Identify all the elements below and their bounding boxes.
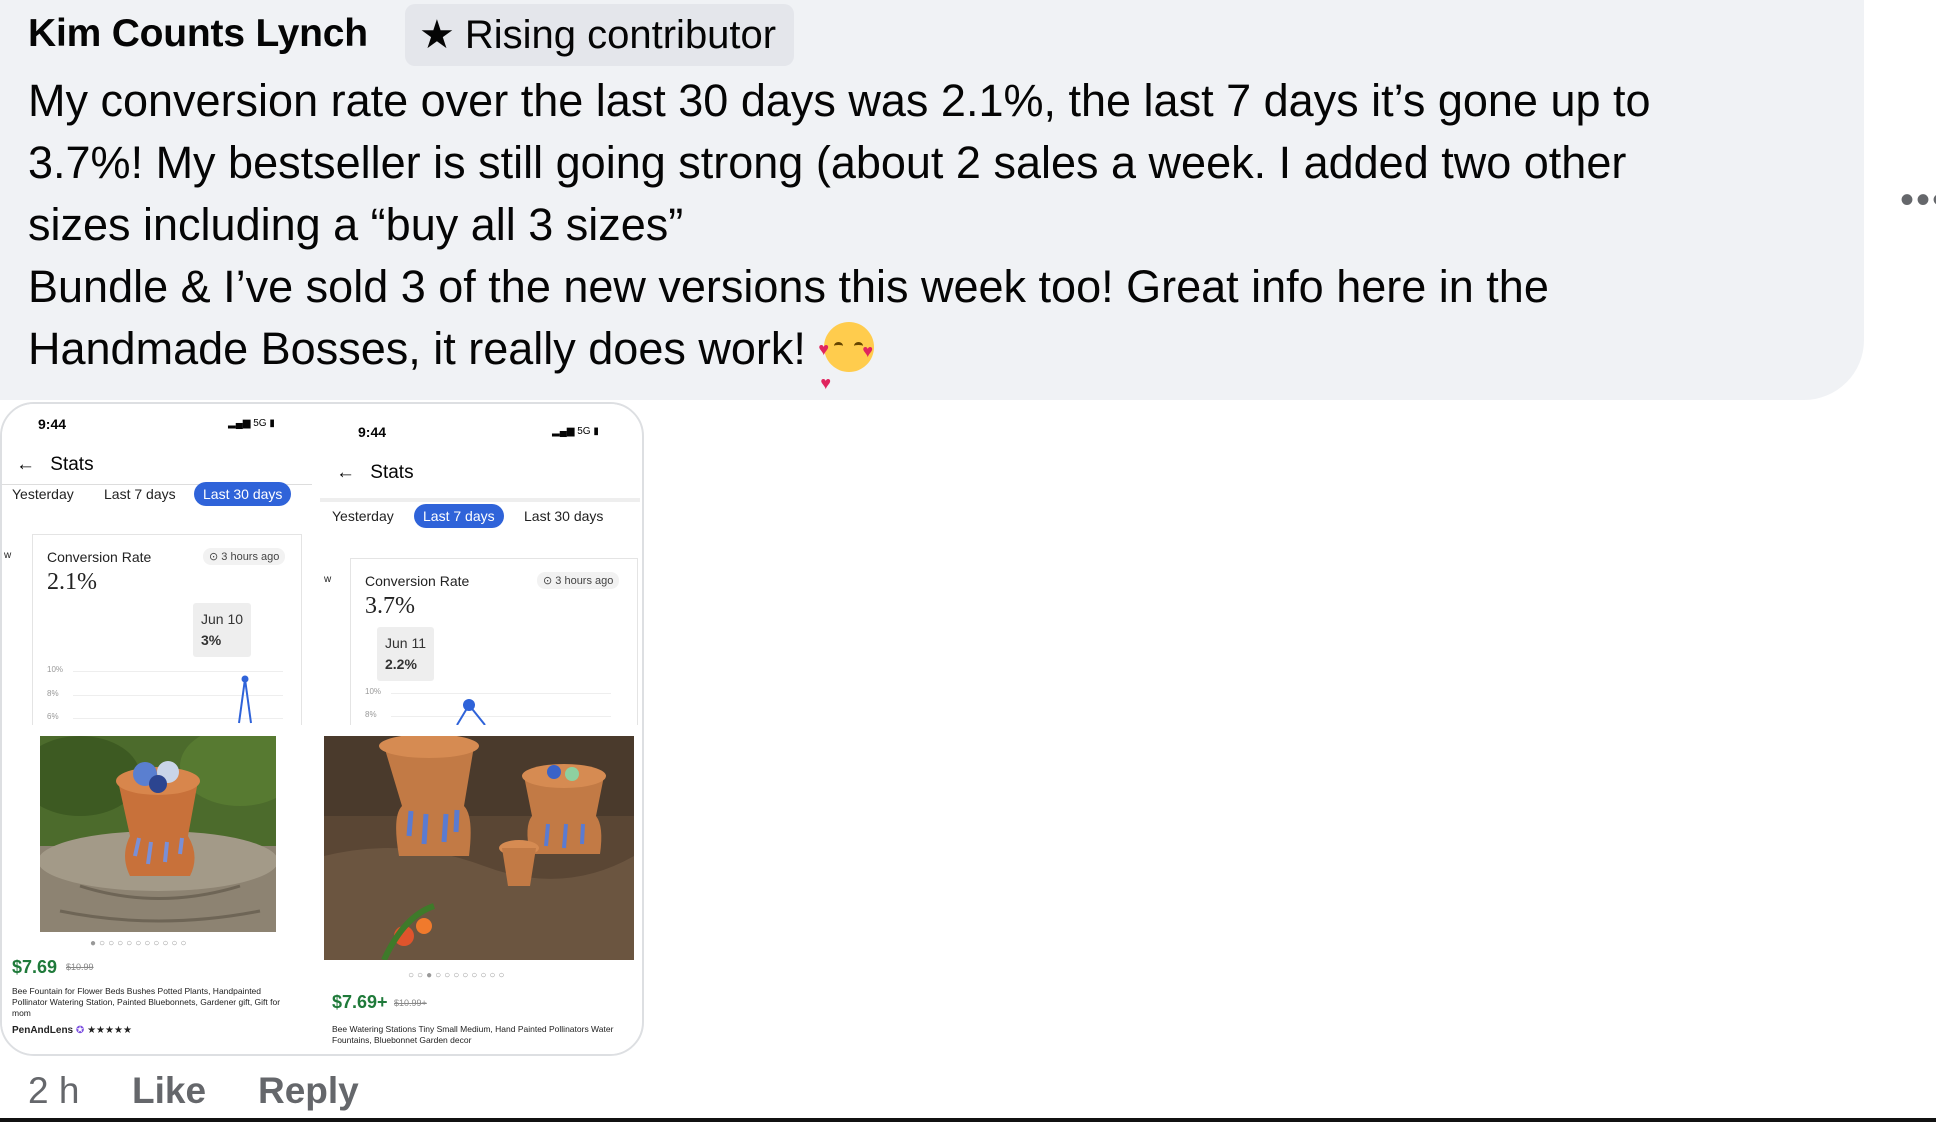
signal-icon: ▂▄▆ 5G ▮ — [228, 418, 275, 429]
tooltip-date: Jun 10 — [201, 611, 244, 627]
conversion-rate-card: Conversion Rate ⊙ 3 hours ago 2.1% Jun 1… — [32, 534, 302, 725]
conversion-rate-label: Conversion Rate — [365, 573, 470, 589]
chart-line — [238, 675, 252, 724]
signal-icon: ▂▄▆ 5G ▮ — [552, 426, 599, 437]
tab-last-30-days: Last 30 days — [194, 482, 292, 506]
badge-label: Rising contributor — [464, 12, 777, 57]
comment-line: 3.7%! My bestseller is still going stron… — [28, 137, 1627, 188]
comment-line: sizes including a “buy all 3 sizes” — [28, 199, 684, 250]
tab-last-7-days: Last 7 days — [414, 504, 504, 528]
axis-label: 10% — [365, 687, 382, 696]
comment-timestamp[interactable]: 2 h — [28, 1070, 79, 1112]
gridline — [391, 693, 611, 694]
conversion-rate-card: Conversion Rate ⊙ 3 hours ago 3.7% Jun 1… — [350, 558, 638, 725]
comment-line: Bundle & I’ve sold 3 of the new versions… — [28, 261, 1549, 312]
tab-yesterday: Yesterday — [12, 486, 74, 502]
back-arrow-icon: ← — [336, 462, 355, 483]
comment-line: Handmade Bosses, it really does work! — [28, 323, 806, 374]
attached-image[interactable]: 9:44 ▂▄▆ 5G ▮ ← Stats Yesterday Last 7 d… — [0, 402, 644, 1056]
axis-label: 10% — [47, 665, 64, 674]
gridline — [391, 716, 611, 717]
status-time: 9:44 — [38, 416, 67, 432]
tab-yesterday: Yesterday — [332, 508, 394, 524]
conversion-rate-label: Conversion Rate — [47, 549, 152, 565]
stats-screenshot-7-days: 9:44 ▂▄▆ 5G ▮ ← Stats Yesterday Last 7 d… — [320, 404, 640, 1054]
tooltip-value: 2.2% — [385, 656, 417, 672]
original-price: $10.99+ — [394, 998, 427, 1008]
comment-line-last: Handmade Bosses, it really does work! ♥ ♥… — [28, 318, 1828, 393]
chart-tooltip: Jun 11 2.2% — [377, 627, 434, 681]
divider — [320, 498, 640, 502]
shop-line: PenAndLens ✪ ★★★★★ — [12, 1025, 132, 1036]
bottom-border — [0, 1118, 1936, 1122]
original-price: $10.99 — [66, 962, 94, 972]
updated-time-badge: ⊙ 3 hours ago — [203, 548, 286, 565]
contributor-badge: ★ Rising contributor — [405, 4, 795, 66]
chart-line — [456, 699, 486, 725]
image-pager-dots: ●○○○○○○○○○○ — [90, 938, 190, 949]
conversion-rate-value: 3.7% — [365, 593, 415, 619]
product-photo — [324, 736, 634, 960]
listing-price: $7.69+ — [332, 992, 388, 1012]
updated-time-badge: ⊙ 3 hours ago — [537, 572, 620, 589]
stats-title: Stats — [50, 454, 94, 475]
comment-text: My conversion rate over the last 30 days… — [28, 70, 1828, 393]
tooltip-date: Jun 11 — [385, 635, 426, 651]
axis-label: 6% — [47, 712, 59, 721]
more-options-icon[interactable]: ••• — [1900, 178, 1936, 223]
star-icon: ★ — [419, 13, 455, 57]
stats-screenshot-30-days: 9:44 ▂▄▆ 5G ▮ ← Stats Yesterday Last 7 d… — [2, 404, 312, 1054]
listing-title: Bee Watering Stations Tiny Small Medium,… — [332, 1024, 614, 1045]
stats-title: Stats — [370, 462, 414, 483]
listing-title: Bee Fountain for Flower Beds Bushes Pott… — [12, 986, 281, 1018]
tab-last-30-days: Last 30 days — [524, 508, 604, 524]
axis-label: 8% — [47, 689, 59, 698]
like-button[interactable]: Like — [132, 1070, 206, 1112]
star-seller-icon: ✪ — [75, 1025, 85, 1036]
status-time: 9:44 — [358, 424, 387, 440]
smiling-face-with-hearts-icon: ♥ ♥ ♥ — [818, 322, 875, 393]
shop-rating: ★★★★★ — [87, 1025, 132, 1036]
side-label: w — [4, 550, 12, 561]
shop-name: PenAndLens — [12, 1025, 74, 1036]
reply-button[interactable]: Reply — [258, 1070, 359, 1112]
side-label: w — [324, 574, 332, 585]
image-pager-dots: ○○●○○○○○○○○ — [408, 970, 508, 981]
stats-header: ← Stats — [16, 454, 94, 476]
back-arrow-icon: ← — [16, 454, 35, 475]
comment-line: My conversion rate over the last 30 days… — [28, 75, 1651, 126]
conversion-rate-value: 2.1% — [47, 569, 97, 595]
chart-tooltip: Jun 10 3% — [193, 603, 252, 657]
tab-last-7-days: Last 7 days — [104, 486, 176, 502]
axis-label: 8% — [365, 710, 377, 719]
tooltip-value: 3% — [201, 632, 222, 648]
stats-header: ← Stats — [336, 462, 414, 484]
comment-author[interactable]: Kim Counts Lynch — [28, 12, 368, 56]
product-photo — [40, 736, 276, 932]
gridline — [73, 671, 283, 672]
listing-price: $7.69 — [12, 957, 58, 977]
